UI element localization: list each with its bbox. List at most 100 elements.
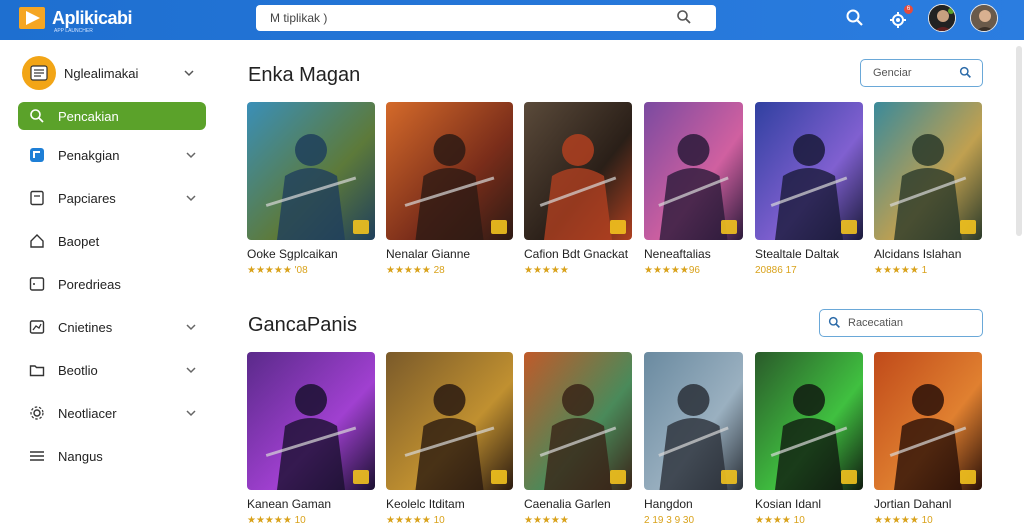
game-card[interactable]: Nenalar Gianne ★★★★★ 28 bbox=[386, 102, 513, 276]
game-thumbnail[interactable] bbox=[247, 102, 375, 240]
profile-menu[interactable]: Nglealimakai bbox=[22, 56, 222, 92]
game-rating: ★★★★★ bbox=[524, 515, 569, 526]
filter-label: Racecatian bbox=[848, 317, 904, 329]
game-thumbnail[interactable] bbox=[247, 352, 375, 490]
document-icon bbox=[28, 189, 46, 207]
menu-icon bbox=[28, 447, 46, 465]
game-card[interactable]: Jortian Dahanl ★★★★★ 10 bbox=[874, 352, 982, 526]
search-icon[interactable] bbox=[676, 9, 692, 30]
game-thumbnail[interactable] bbox=[524, 102, 632, 240]
search-icon[interactable] bbox=[845, 8, 867, 30]
chevron-down-icon bbox=[186, 367, 196, 374]
game-rating: ★★★★★ '08 bbox=[247, 265, 308, 276]
chevron-down-icon bbox=[186, 152, 196, 159]
sidebar-item[interactable]: Pencakian bbox=[18, 102, 206, 130]
sidebar-item-label: Penakgian bbox=[58, 147, 120, 163]
game-title[interactable]: Jortian Dahanl bbox=[874, 497, 951, 511]
sidebar-item[interactable]: Papciares bbox=[18, 184, 206, 212]
sidebar-item[interactable]: Neotliacer bbox=[18, 399, 206, 427]
sidebar-item-label: Beotlio bbox=[58, 362, 98, 378]
sidebar-item-label: Neotliacer bbox=[58, 405, 117, 421]
game-card[interactable]: Hangdon 2 19 3 9 30 bbox=[644, 352, 743, 526]
game-title[interactable]: Ooke Sgplcaikan bbox=[247, 247, 338, 261]
game-card[interactable]: Cafion Bdt Gnackat ★★★★★ bbox=[524, 102, 632, 276]
search-icon bbox=[28, 107, 46, 125]
game-title[interactable]: Caenalia Garlen bbox=[524, 497, 611, 511]
search-bar[interactable]: M tiplikak ) bbox=[256, 5, 716, 31]
section-filter-input[interactable]: Genciar bbox=[860, 59, 983, 87]
app-logo[interactable]: Aplikicabi APP LAUNCHER bbox=[18, 6, 133, 34]
section-title: Enka Magan bbox=[248, 64, 361, 86]
chevron-down-icon bbox=[186, 410, 196, 417]
app-title: Aplikicabi bbox=[52, 7, 133, 28]
sidebar-item[interactable]: Cnietines bbox=[18, 313, 206, 341]
search-icon[interactable] bbox=[828, 316, 841, 334]
game-card[interactable]: Keolelc Itditam ★★★★★ 10 bbox=[386, 352, 513, 526]
game-thumbnail[interactable] bbox=[644, 102, 743, 240]
game-title[interactable]: Kanean Gaman bbox=[247, 497, 331, 511]
game-rating: ★★★★ 10 bbox=[755, 515, 805, 526]
sidebar-item-label: Poredrieas bbox=[58, 276, 121, 292]
sidebar-item-label: Cnietines bbox=[58, 319, 113, 335]
search-icon[interactable] bbox=[959, 66, 972, 84]
sidebar-item[interactable]: Baopet bbox=[18, 227, 206, 255]
game-rating: ★★★★★ bbox=[524, 265, 569, 276]
game-thumbnail[interactable] bbox=[524, 352, 632, 490]
game-thumbnail[interactable] bbox=[386, 102, 513, 240]
game-card[interactable]: Kosian Idanl ★★★★ 10 bbox=[755, 352, 863, 526]
folder-icon bbox=[28, 361, 46, 379]
chevron-down-icon bbox=[186, 324, 196, 331]
game-thumbnail[interactable] bbox=[386, 352, 513, 490]
sidebar-item[interactable]: Penakgian bbox=[18, 141, 206, 169]
game-card[interactable]: Caenalia Garlen ★★★★★ bbox=[524, 352, 632, 526]
sidebar: Nglealimakai Pencakian Penakgian Papciares… bbox=[0, 40, 225, 512]
game-title[interactable]: Cafion Bdt Gnackat bbox=[524, 247, 628, 261]
game-title[interactable]: Keolelc Itditam bbox=[386, 497, 465, 511]
game-card[interactable]: Kanean Gaman ★★★★★ 10 bbox=[247, 352, 375, 526]
game-title[interactable]: Neneaftalias bbox=[644, 247, 711, 261]
logo-icon bbox=[18, 6, 48, 30]
section-filter-input[interactable]: Racecatian bbox=[819, 309, 983, 337]
game-title[interactable]: Hangdon bbox=[644, 497, 693, 511]
sidebar-item[interactable]: Nangus bbox=[18, 442, 206, 470]
sidebar-item-label: Pencakian bbox=[58, 108, 119, 124]
game-rating: 2 19 3 9 30 bbox=[644, 515, 695, 526]
profile-icon bbox=[22, 56, 56, 90]
game-title[interactable]: Kosian Idanl bbox=[755, 497, 821, 511]
top-bar: Aplikicabi APP LAUNCHER M tiplikak ) 6 bbox=[0, 0, 1024, 40]
game-card[interactable]: Neneaftalias ★★★★★96 bbox=[644, 102, 743, 276]
game-thumbnail[interactable] bbox=[874, 352, 982, 490]
notification-badge: 6 bbox=[904, 5, 913, 14]
game-rating: ★★★★★ 1 bbox=[874, 265, 928, 276]
game-thumbnail[interactable] bbox=[644, 352, 743, 490]
window-icon bbox=[28, 275, 46, 293]
game-rating: ★★★★★ 10 bbox=[874, 515, 933, 526]
sidebar-item-label: Nangus bbox=[58, 448, 103, 464]
sidebar-item-label: Papciares bbox=[58, 190, 116, 206]
section-title: GancaPanis bbox=[248, 314, 357, 336]
search-input[interactable]: M tiplikak ) bbox=[270, 11, 327, 25]
game-title[interactable]: Alcidans Islahan bbox=[874, 247, 961, 261]
game-thumbnail[interactable] bbox=[755, 102, 863, 240]
filter-label: Genciar bbox=[873, 67, 912, 79]
chevron-down-icon bbox=[184, 70, 194, 77]
game-rating: ★★★★★96 bbox=[644, 265, 700, 276]
scrollbar[interactable] bbox=[1016, 46, 1022, 236]
sidebar-item[interactable]: Poredrieas bbox=[18, 270, 206, 298]
sidebar-item-label: Baopet bbox=[58, 233, 100, 249]
game-title[interactable]: Stealtale Daltak bbox=[755, 247, 839, 261]
game-thumbnail[interactable] bbox=[874, 102, 982, 240]
notification-icon[interactable]: 6 bbox=[887, 5, 913, 30]
sidebar-item[interactable]: Beotlio bbox=[18, 356, 206, 384]
app-subtitle: APP LAUNCHER bbox=[54, 28, 93, 34]
home-icon bbox=[28, 232, 46, 250]
avatar[interactable] bbox=[928, 4, 956, 32]
avatar[interactable] bbox=[970, 4, 998, 32]
game-title[interactable]: Nenalar Gianne bbox=[386, 247, 470, 261]
game-rating: ★★★★★ 10 bbox=[386, 515, 445, 526]
chevron-down-icon bbox=[186, 195, 196, 202]
game-card[interactable]: Alcidans Islahan ★★★★★ 1 bbox=[874, 102, 982, 276]
game-card[interactable]: Ooke Sgplcaikan ★★★★★ '08 bbox=[247, 102, 375, 276]
game-thumbnail[interactable] bbox=[755, 352, 863, 490]
game-card[interactable]: Stealtale Daltak 20886 17 bbox=[755, 102, 863, 276]
